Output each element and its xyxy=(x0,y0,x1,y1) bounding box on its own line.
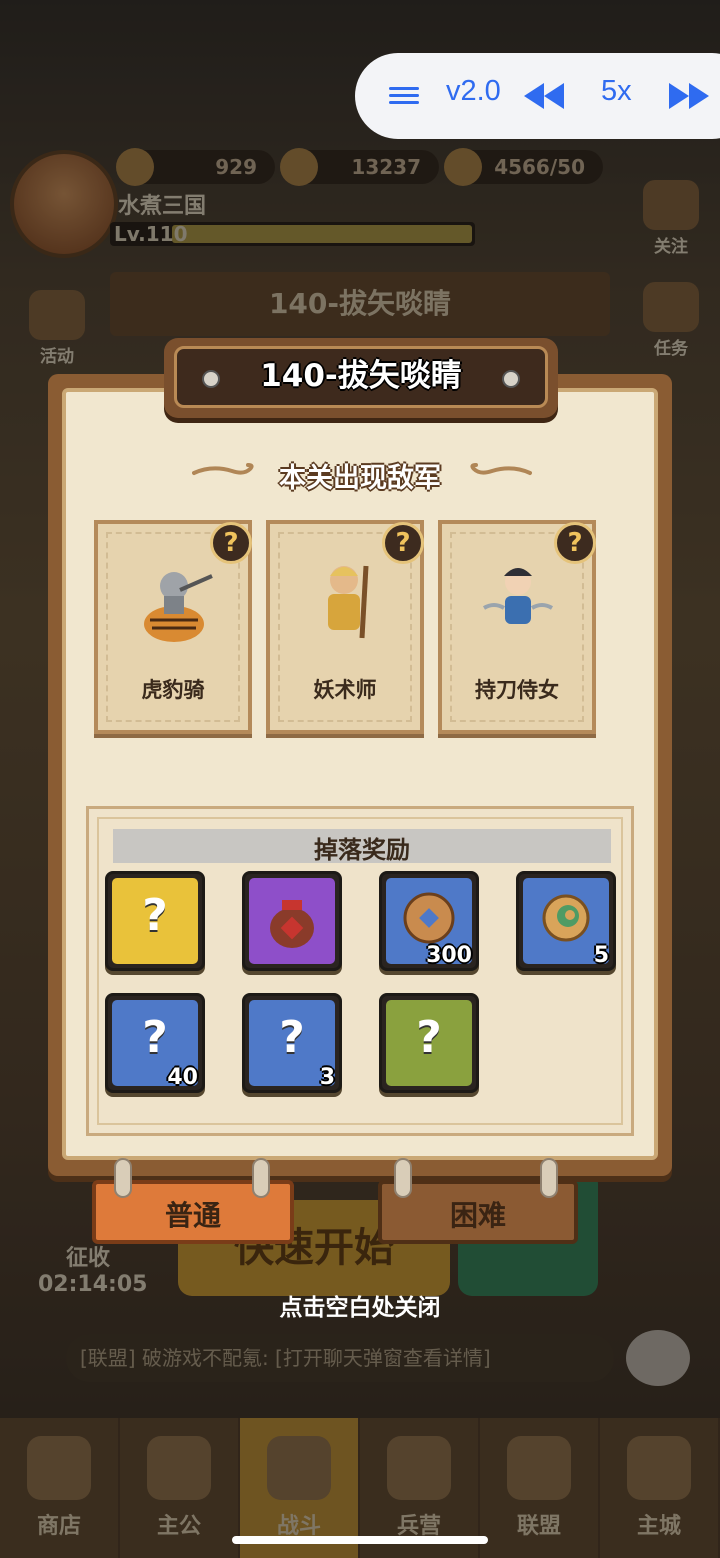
tiger-rider-icon xyxy=(144,572,213,642)
reward-count: 5 xyxy=(593,943,609,968)
blade-maiden-icon xyxy=(482,568,554,624)
info-question-icon[interactable]: ? xyxy=(554,522,596,564)
rope-icon xyxy=(394,1158,412,1198)
stage-title-plate: 140-拔矢啖睛 xyxy=(164,338,558,418)
enemy-name: 妖术师 xyxy=(313,678,377,702)
enemy-name: 持刀侍女 xyxy=(475,678,559,702)
enemy-section-title: 本关出现敌军 xyxy=(279,463,441,494)
speed-label: 5x xyxy=(601,75,632,107)
rope-icon xyxy=(540,1158,558,1198)
swirl-ornament-icon xyxy=(470,463,532,475)
enemy-card[interactable]: ? 虎豹骑 xyxy=(94,520,252,734)
fast-forward-icon[interactable] xyxy=(669,83,711,109)
reward-header: 掉落奖励 xyxy=(113,829,611,864)
close-hint: 点击空白处关闭 xyxy=(279,1295,441,1321)
rope-icon xyxy=(252,1158,270,1198)
reward-item[interactable]: 5 xyxy=(516,871,616,971)
mystery-chest-icon: ? xyxy=(142,890,168,941)
wine-jar-icon xyxy=(245,892,339,963)
speed-control-pill: v2.0 5x xyxy=(355,53,720,139)
reward-section-title: 掉落奖励 xyxy=(314,836,410,864)
mystery-map-icon: ? xyxy=(279,1012,305,1063)
drop-reward-panel: 掉落奖励 ? 300 5? 40? 3? xyxy=(86,806,634,1136)
reward-count: 300 xyxy=(426,943,472,968)
reward-item[interactable]: ? 3 xyxy=(242,993,342,1093)
reward-item[interactable]: ? 40 xyxy=(105,993,205,1093)
reward-count: 40 xyxy=(167,1065,198,1090)
info-question-icon[interactable]: ? xyxy=(210,522,252,564)
stage-title: 140-拔矢啖睛 xyxy=(260,358,462,394)
enemy-card[interactable]: ? 妖术师 xyxy=(266,520,424,734)
sorcerer-icon xyxy=(328,565,369,639)
mystery-armor-icon: ? xyxy=(416,1012,442,1063)
info-question-icon[interactable]: ? xyxy=(382,522,424,564)
rope-icon xyxy=(114,1158,132,1198)
version-label: v2.0 xyxy=(446,75,501,107)
reward-item[interactable] xyxy=(242,871,342,971)
reward-item[interactable]: 300 xyxy=(379,871,479,971)
menu-icon[interactable] xyxy=(389,87,419,105)
reward-item[interactable]: ? xyxy=(105,871,205,971)
reward-count: 3 xyxy=(319,1065,335,1090)
reward-item[interactable]: ? xyxy=(379,993,479,1093)
enemy-name: 虎豹骑 xyxy=(141,678,205,702)
enemy-card[interactable]: ? 持刀侍女 xyxy=(438,520,596,734)
mystery-scroll-icon: ? xyxy=(142,1012,168,1063)
rewind-icon[interactable] xyxy=(524,83,566,109)
home-indicator[interactable] xyxy=(232,1536,488,1544)
